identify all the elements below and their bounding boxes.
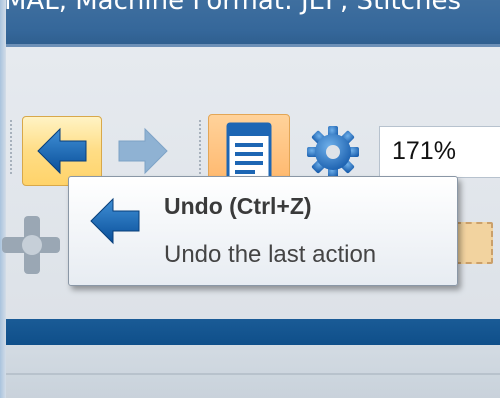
document-properties-icon (226, 122, 272, 180)
zoom-input[interactable]: 171% (379, 126, 500, 178)
zoom-value: 171% (392, 137, 456, 165)
toolbar-separator (199, 120, 201, 176)
workspace-header (6, 345, 500, 398)
workspace-divider (6, 373, 500, 375)
cross-arrows-icon (2, 216, 60, 274)
title-bar: MAL, Machine Format: JEF, Stitches (6, 0, 500, 44)
move-tool-button[interactable] (2, 212, 62, 278)
selection-box-button[interactable] (455, 222, 493, 264)
redo-arrow-right-icon (118, 127, 168, 175)
gear-icon (307, 126, 359, 178)
undo-tooltip: Undo (Ctrl+Z) Undo the last action (68, 176, 458, 286)
undo-arrow-left-icon (90, 197, 140, 245)
redo-button[interactable] (110, 118, 176, 184)
undo-arrow-left-icon (37, 127, 87, 175)
tooltip-title: Undo (Ctrl+Z) (164, 193, 312, 219)
ribbon-bottom-band (6, 319, 500, 345)
tooltip-description: Undo the last action (164, 241, 377, 268)
window-title: MAL, Machine Format: JEF, Stitches (6, 0, 461, 16)
toolbar-grip[interactable] (10, 120, 12, 176)
